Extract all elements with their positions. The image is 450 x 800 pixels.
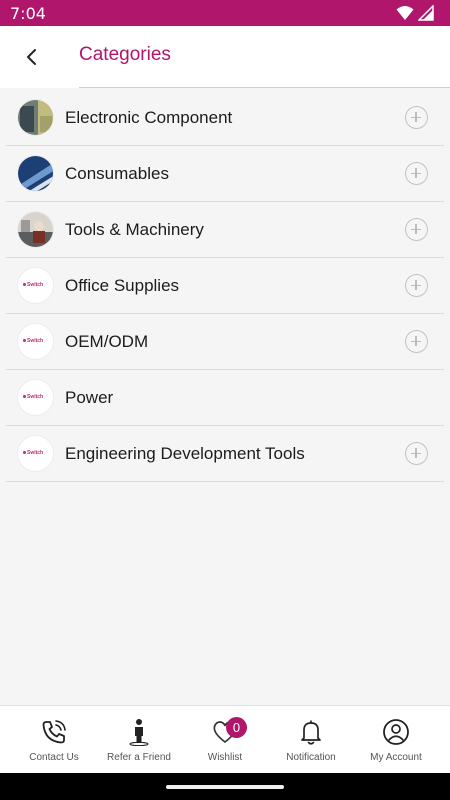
logo-dot [23,339,26,342]
expand-button[interactable] [405,442,428,465]
account-icon [383,719,409,745]
wishlist-count-badge: 0 [226,717,247,738]
nav-label: Notification [286,752,336,763]
category-row-tools-machinery[interactable]: Tools & Machinery [6,202,444,258]
nav-label: Refer a Friend [107,752,171,763]
expand-button[interactable] [405,218,428,241]
page-title: Categories [79,44,171,65]
cellular-signal-icon [418,5,434,21]
chevron-left-icon [27,49,36,65]
category-row-oem-odm[interactable]: Switch OEM/ODM [6,314,444,370]
category-row-engineering-development-tools[interactable]: Switch Engineering Development Tools [6,426,444,482]
app-header: Categories [0,26,450,88]
category-label: Office Supplies [65,276,180,295]
bottom-nav: Contact Us Refer a Friend 0 Wishlist Not… [0,705,450,773]
status-icons [396,5,436,21]
category-image: Switch [17,267,54,304]
nav-label: Contact Us [29,752,79,763]
category-image [17,99,54,136]
logo-text: Switch [27,450,44,456]
category-image: Switch [17,323,54,360]
logo-dot [23,395,26,398]
category-label: Consumables [65,164,169,183]
expand-button[interactable] [405,162,428,185]
category-label: Engineering Development Tools [65,444,305,463]
home-gesture-handle[interactable] [166,785,284,789]
logo-text: Switch [27,394,44,400]
category-image [17,155,54,192]
nav-notification[interactable]: Notification [266,706,356,774]
category-row-power[interactable]: Switch Power [6,370,444,426]
status-bar: 7:04 [0,0,450,26]
nav-refer-a-friend[interactable]: Refer a Friend [94,706,184,774]
nav-label: My Account [370,752,422,763]
logo-dot [23,283,26,286]
back-button[interactable] [18,42,46,72]
expand-button[interactable] [405,274,428,297]
person-icon [129,719,149,746]
title-underline [79,87,450,88]
category-label: Power [65,388,114,407]
categories-list: Electronic Component Consumables Tools &… [6,90,444,482]
logo-text: Switch [27,338,44,344]
category-label: OEM/ODM [65,332,149,351]
logo-text: Switch [27,282,44,288]
nav-wishlist[interactable]: 0 Wishlist [180,706,270,774]
category-label: Electronic Component [65,108,233,127]
system-nav-bar [0,773,450,800]
category-image [17,211,54,248]
wifi-icon [396,6,414,20]
category-image: Switch [17,379,54,416]
expand-button[interactable] [405,330,428,353]
nav-contact-us[interactable]: Contact Us [9,706,99,774]
bell-icon [301,720,321,745]
logo-dot [23,451,26,454]
expand-button[interactable] [405,106,428,129]
status-time: 7:04 [10,4,46,23]
category-label: Tools & Machinery [65,220,204,239]
category-image: Switch [17,435,54,472]
category-row-office-supplies[interactable]: Switch Office Supplies [6,258,444,314]
category-row-consumables[interactable]: Consumables [6,146,444,202]
category-row-electronic-component[interactable]: Electronic Component [6,90,444,146]
nav-label: Wishlist [207,752,243,763]
phone-icon [42,720,66,744]
nav-my-account[interactable]: My Account [351,706,441,774]
